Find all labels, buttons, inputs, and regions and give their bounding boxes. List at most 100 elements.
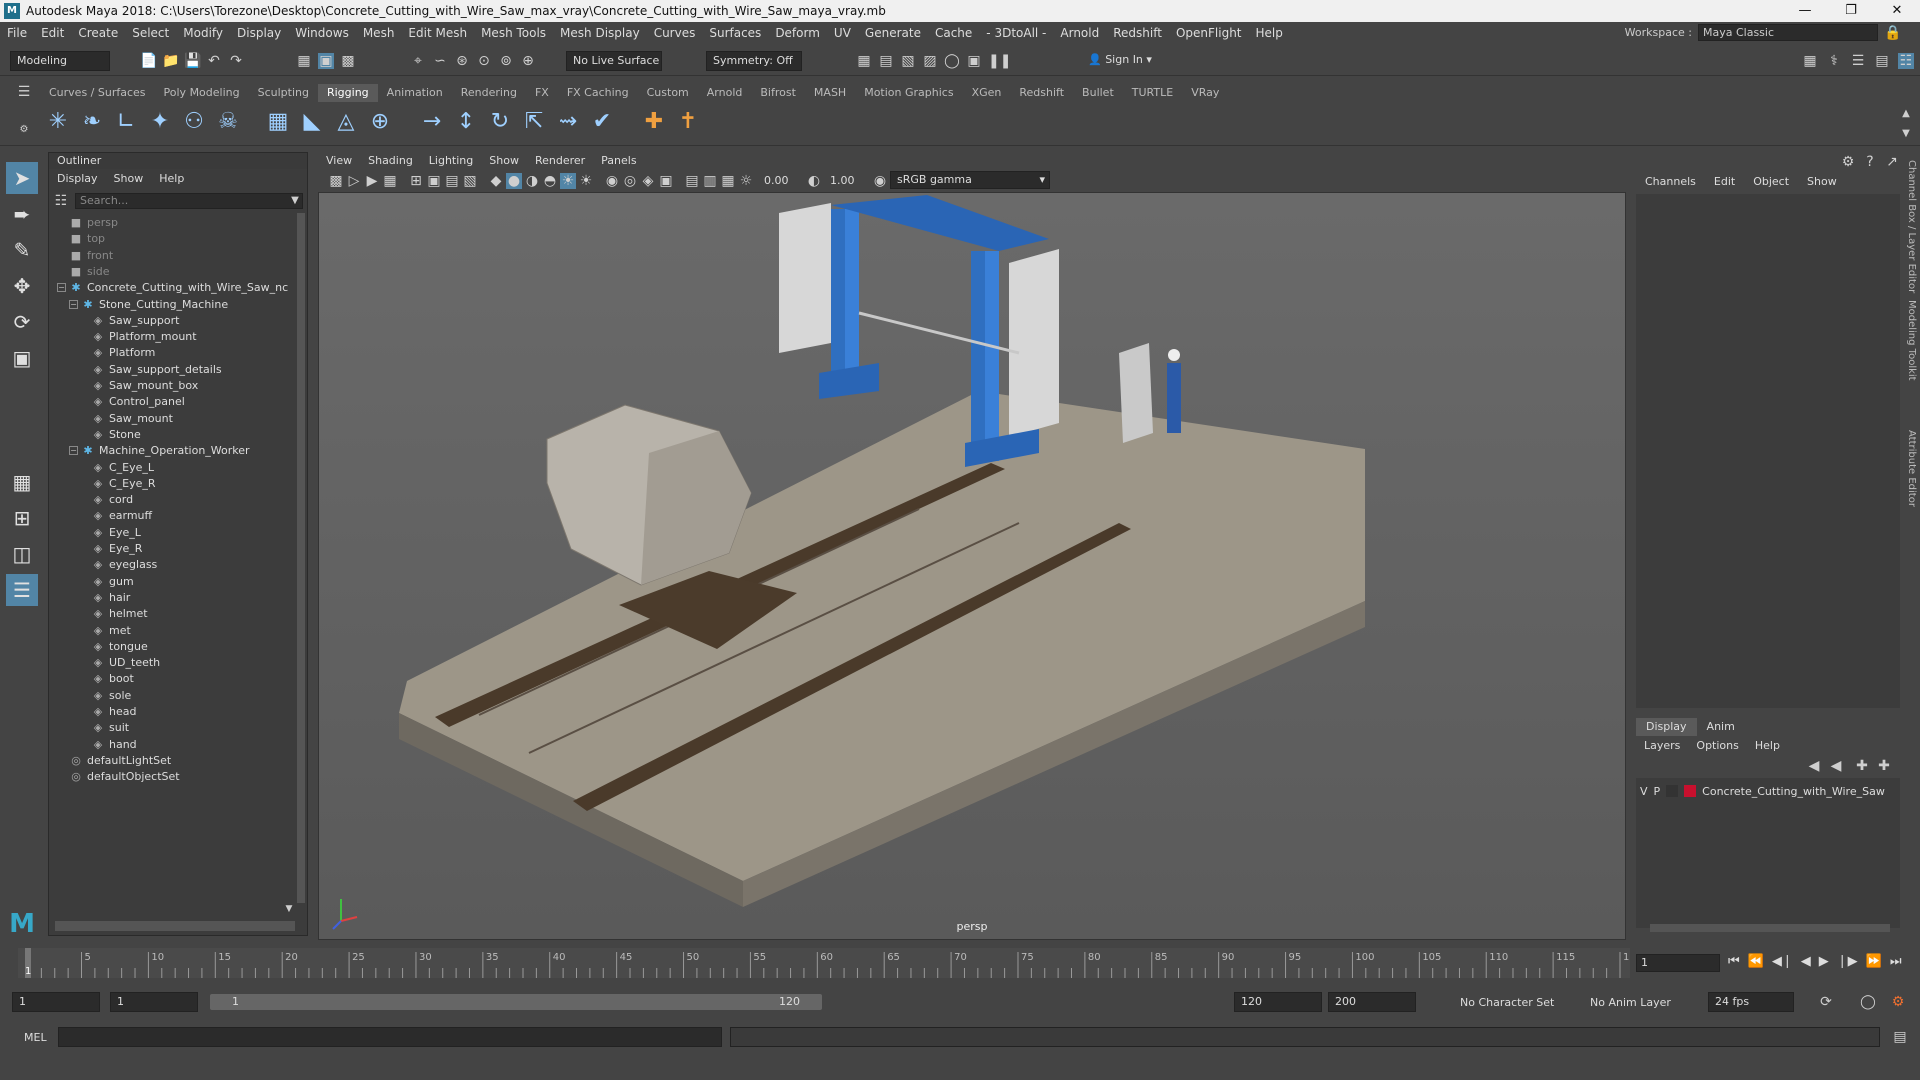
help-icon[interactable]: ?: [1862, 154, 1878, 170]
shelf-tab-mash[interactable]: MASH: [805, 84, 855, 102]
hypershade-icon[interactable]: ◯: [944, 53, 960, 69]
camera-select-icon[interactable]: ▩: [328, 173, 344, 189]
animation-start-field[interactable]: 1: [12, 992, 100, 1012]
outliner-layout-icon[interactable]: ☰: [6, 574, 38, 606]
rotate-tool-icon[interactable]: ⟳: [6, 306, 38, 338]
auto-key-icon[interactable]: ◯: [1860, 994, 1876, 1010]
step-back-frame-icon[interactable]: ◀❘: [1772, 954, 1793, 969]
lattice-icon[interactable]: ◬: [332, 108, 360, 136]
collapse-icon[interactable]: −: [69, 446, 78, 456]
time-ruler[interactable]: 5 10 15 20 25 30 35 40 45 50 55 60 65 70 75 80 85 90 95 100…: [18, 948, 1630, 978]
layer-tab-display[interactable]: Display: [1636, 718, 1697, 736]
set-driven-key-icon[interactable]: ✝: [674, 108, 702, 136]
attribute-editor-icon[interactable]: ▤: [1874, 53, 1890, 69]
command-language-label[interactable]: MEL: [24, 1031, 47, 1044]
humanik-icon[interactable]: ⚇: [180, 108, 208, 136]
script-editor-icon[interactable]: ▤: [1892, 1029, 1908, 1045]
play-backward-icon[interactable]: ◀: [1801, 954, 1811, 969]
shelf-tab-rendering[interactable]: Rendering: [452, 84, 526, 102]
wireframe-on-shaded-icon[interactable]: ◑: [524, 173, 540, 189]
viewport-menu-shading[interactable]: Shading: [360, 152, 421, 170]
channel-menu-object[interactable]: Object: [1744, 175, 1798, 188]
move-layer-down-icon[interactable]: ◀: [1828, 758, 1844, 774]
collapse-icon[interactable]: −: [57, 283, 66, 293]
gate-mask-icon[interactable]: ▧: [462, 173, 478, 189]
step-back-key-icon[interactable]: ⏪: [1748, 954, 1764, 969]
close-icon[interactable]: ✕: [1874, 0, 1920, 22]
shelf-menu-icon[interactable]: ☰: [16, 84, 32, 100]
ipr-render-icon[interactable]: ▧: [900, 53, 916, 69]
character-controls-icon[interactable]: ⚕: [1826, 53, 1842, 69]
save-scene-icon[interactable]: 💾: [184, 53, 201, 69]
layer-row[interactable]: V P Concrete_Cutting_with_Wire_Saw: [1640, 782, 1898, 800]
restore-icon[interactable]: ❐: [1828, 0, 1874, 22]
loop-icon[interactable]: ⟳: [1818, 994, 1834, 1010]
new-layer-icon[interactable]: ✚: [1854, 758, 1870, 774]
layer-visibility-toggle[interactable]: V: [1640, 785, 1648, 798]
workspace-dropdown[interactable]: Maya Classic: [1698, 24, 1878, 41]
menu-mesh-display[interactable]: Mesh Display: [553, 26, 647, 40]
gamma-value[interactable]: 1.00: [830, 174, 855, 187]
range-bar[interactable]: 1 120: [210, 994, 822, 1010]
lock-icon[interactable]: 🔒: [1884, 25, 1901, 41]
color-space-dropdown[interactable]: sRGB gamma ▾: [890, 171, 1050, 189]
shelf-tab-vray[interactable]: VRay: [1182, 84, 1228, 102]
layer-menu-options[interactable]: Options: [1688, 739, 1746, 752]
select-component-icon[interactable]: ▩: [340, 53, 356, 69]
film-gate-icon[interactable]: ▣: [426, 173, 442, 189]
shelf-tab-fx[interactable]: FX: [526, 84, 558, 102]
render-current-icon[interactable]: ▦: [856, 53, 872, 69]
move-layer-up-icon[interactable]: ◀: [1806, 758, 1822, 774]
menu-surfaces[interactable]: Surfaces: [702, 26, 768, 40]
menu-edit[interactable]: Edit: [34, 26, 71, 40]
perspective-viewport[interactable]: persp: [318, 192, 1626, 940]
collapse-icon[interactable]: −: [69, 299, 78, 309]
shelf-tab-motion-graphics[interactable]: Motion Graphics: [855, 84, 962, 102]
go-to-end-icon[interactable]: ⏭: [1890, 954, 1902, 969]
shelf-scroll-up-icon[interactable]: ▲: [1898, 106, 1914, 122]
step-forward-frame-icon[interactable]: ❘▶: [1837, 954, 1858, 969]
ik-spline-icon[interactable]: ∟: [112, 108, 140, 136]
fps-dropdown[interactable]: 24 fps: [1708, 992, 1794, 1012]
motion-blur-icon[interactable]: ◎: [622, 173, 638, 189]
menu-uv[interactable]: UV: [827, 26, 858, 40]
menu-set-dropdown[interactable]: Modeling: [10, 51, 110, 71]
menu-generate[interactable]: Generate: [858, 26, 928, 40]
menu-3dtoall[interactable]: - 3DtoAll -: [979, 26, 1053, 40]
xray-joints-icon[interactable]: ▥: [702, 173, 718, 189]
command-input[interactable]: [58, 1027, 722, 1047]
render-settings-icon[interactable]: ▨: [922, 53, 938, 69]
float-panel-icon[interactable]: ↗: [1884, 154, 1900, 170]
character-set-dropdown[interactable]: No Character Set: [1460, 996, 1554, 1009]
channel-menu-channels[interactable]: Channels: [1636, 175, 1705, 188]
shelf-tab-sculpting[interactable]: Sculpting: [249, 84, 318, 102]
tool-settings-icon[interactable]: ☰: [1850, 53, 1866, 69]
outliner-scrollbar[interactable]: [297, 213, 305, 903]
paint-weights-icon[interactable]: ◣: [298, 108, 326, 136]
layer-scrollbar[interactable]: [1650, 924, 1890, 932]
pause-render-icon[interactable]: ❚❚: [988, 53, 1011, 69]
redo-icon[interactable]: ↷: [228, 53, 244, 69]
select-hierarchy-icon[interactable]: ▦: [296, 53, 312, 69]
textured-icon[interactable]: ◓: [542, 173, 558, 189]
outliner-h-scrollbar[interactable]: [55, 921, 295, 931]
sign-in-button[interactable]: 👤 Sign In ▾: [1082, 51, 1200, 71]
menu-mesh[interactable]: Mesh: [356, 26, 402, 40]
camera-attr-icon[interactable]: ▷: [346, 173, 362, 189]
shelf-settings-icon[interactable]: ⚙: [16, 122, 32, 138]
layer-menu-layers[interactable]: Layers: [1636, 739, 1688, 752]
modeling-toolkit-icon[interactable]: ▦: [1802, 53, 1818, 69]
xray-components-icon[interactable]: ▦: [720, 173, 736, 189]
snap-point-icon[interactable]: ⊛: [454, 53, 470, 69]
gamma-icon[interactable]: ◐: [806, 173, 822, 189]
snap-grid-icon[interactable]: ⌖: [410, 53, 426, 69]
viewport-menu-renderer[interactable]: Renderer: [527, 152, 593, 170]
exposure-icon[interactable]: ☼: [738, 173, 754, 189]
minimize-icon[interactable]: —: [1782, 0, 1828, 22]
menu-select[interactable]: Select: [125, 26, 176, 40]
go-to-start-icon[interactable]: ⏮: [1728, 954, 1740, 969]
select-object-icon[interactable]: ▣: [318, 53, 334, 69]
image-plane-icon[interactable]: ▦: [382, 173, 398, 189]
aim-constraint-icon[interactable]: ⇝: [554, 108, 582, 136]
open-scene-icon[interactable]: 📁: [162, 53, 179, 69]
